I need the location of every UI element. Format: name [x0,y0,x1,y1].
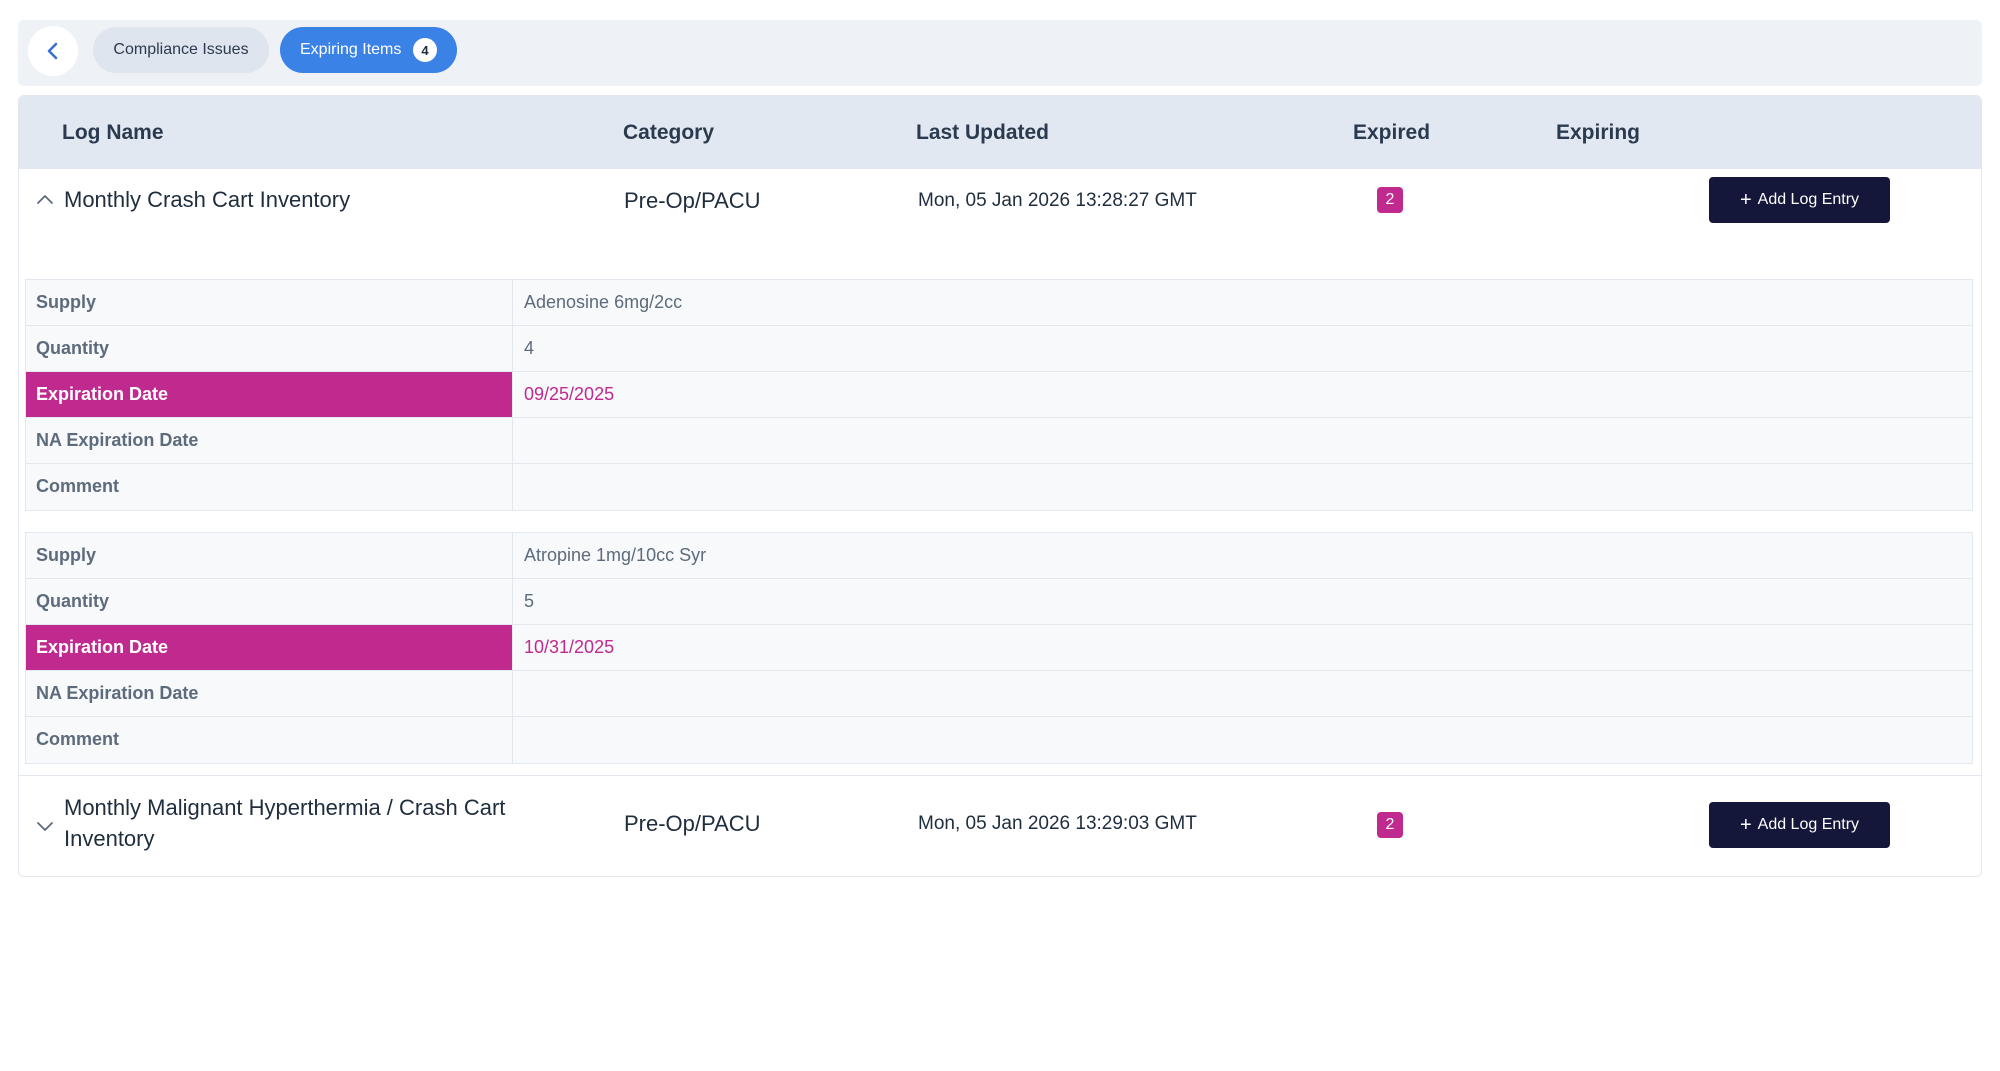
table-row[interactable]: Monthly Malignant Hyperthermia / Crash C… [19,776,1981,876]
expiration-date-value: 09/25/2025 [524,384,615,404]
expired-count-badge: 2 [1377,812,1403,838]
detail-row-comment: Comment [26,717,1972,763]
log-name: Monthly Crash Cart Inventory [64,187,351,212]
header-log-name: Log Name [62,121,164,144]
table-row[interactable]: Monthly Crash Cart Inventory Pre-Op/PACU… [19,169,1981,269]
add-log-entry-button[interactable]: + Add Log Entry [1709,177,1890,223]
plus-icon: + [1739,814,1752,836]
category-cell: Pre-Op/PACU [624,811,761,836]
na-expiration-date-label: NA Expiration Date [26,418,513,463]
detail-row-na-expiration-date: NA Expiration Date [26,418,1972,464]
supply-label: Supply [26,533,513,578]
expiration-date-label: Expiration Date [26,625,513,670]
table-header: Log Name Category Last Updated Expired E… [19,96,1981,169]
detail-row-comment: Comment [26,464,1972,510]
quantity-label: Quantity [26,579,513,624]
expiring-count-badge: 4 [413,38,437,62]
detail-row-na-expiration-date: NA Expiration Date [26,671,1972,717]
detail-row-expiration-date: Expiration Date 09/25/2025 [26,372,1972,418]
expiration-date-label: Expiration Date [26,372,513,417]
supply-value: Atropine 1mg/10cc Syr [524,545,707,565]
na-expiration-date-label: NA Expiration Date [26,671,513,716]
last-updated-cell: Mon, 05 Jan 2026 13:29:03 GMT [918,813,1197,834]
detail-row-supply: Supply Atropine 1mg/10cc Syr [26,533,1972,579]
top-tab-bar: Compliance Issues Expiring Items 4 [18,20,1982,86]
chevron-down-icon[interactable] [35,816,55,836]
chevron-up-icon[interactable] [35,190,55,210]
last-updated-cell: Mon, 05 Jan 2026 13:28:27 GMT [918,190,1197,211]
tab-compliance-issues[interactable]: Compliance Issues [93,27,269,73]
expired-count-badge: 2 [1377,187,1403,213]
quantity-value: 4 [524,338,535,358]
add-log-entry-label: Add Log Entry [1757,816,1860,833]
log-name-line-2: Inventory [64,826,155,851]
supply-detail-table: Supply Atropine 1mg/10cc Syr Quantity 5 … [25,532,1973,764]
category-cell: Pre-Op/PACU [624,188,761,213]
detail-row-supply: Supply Adenosine 6mg/2cc [26,280,1972,326]
tab-expiring-items[interactable]: Expiring Items 4 [280,27,457,73]
header-expiring: Expiring [1556,121,1641,144]
comment-label: Comment [26,464,513,510]
detail-row-quantity: Quantity 4 [26,326,1972,372]
quantity-value: 5 [524,591,535,611]
comment-label: Comment [26,717,513,763]
log-name-line-1: Monthly Malignant Hyperthermia / Crash C… [64,795,506,820]
logs-table: Log Name Category Last Updated Expired E… [18,95,1982,877]
quantity-label: Quantity [26,326,513,371]
header-category: Category [623,121,715,144]
supply-detail-table: Supply Adenosine 6mg/2cc Quantity 4 Expi… [25,279,1973,511]
detail-row-quantity: Quantity 5 [26,579,1972,625]
header-expired: Expired [1353,121,1431,144]
expiration-date-value: 10/31/2025 [524,637,615,657]
header-last-updated: Last Updated [916,121,1050,144]
add-log-entry-button[interactable]: + Add Log Entry [1709,802,1890,848]
tab-compliance-issues-label: Compliance Issues [113,41,249,58]
plus-icon: + [1739,189,1752,211]
supply-value: Adenosine 6mg/2cc [524,292,683,312]
add-log-entry-label: Add Log Entry [1757,191,1860,208]
supply-label: Supply [26,280,513,325]
chevron-left-icon [47,42,58,60]
back-button[interactable] [28,26,78,76]
log-name: Monthly Malignant Hyperthermia / Crash C… [64,792,505,854]
tab-expiring-items-label: Expiring Items [300,41,402,58]
detail-row-expiration-date: Expiration Date 10/31/2025 [26,625,1972,671]
